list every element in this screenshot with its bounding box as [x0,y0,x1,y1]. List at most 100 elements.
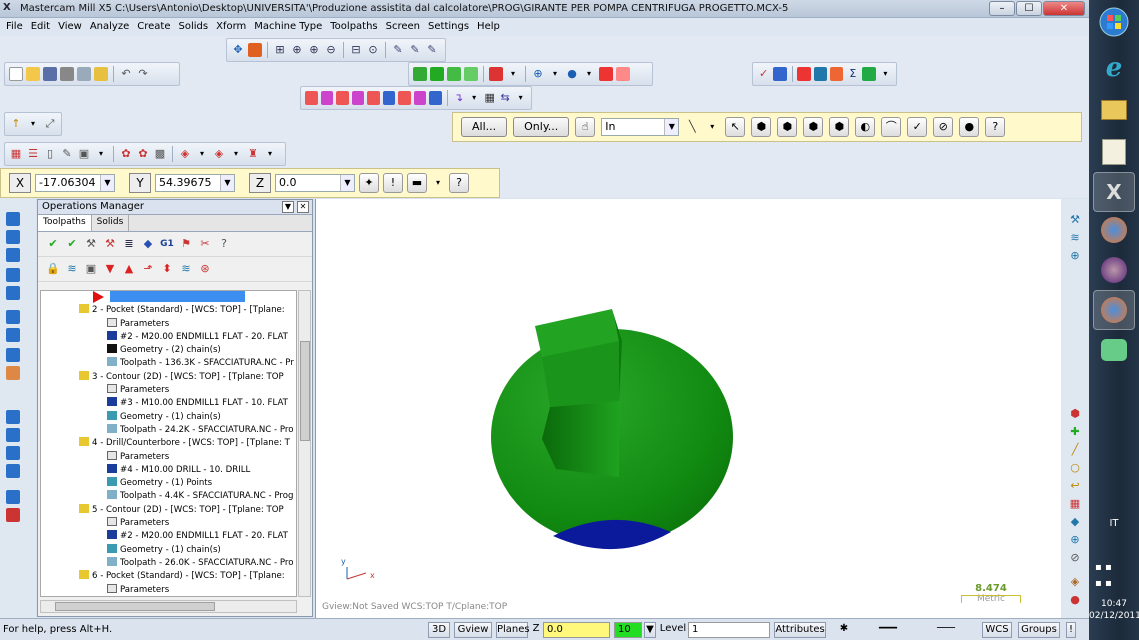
list-icon[interactable]: ☰ [26,147,40,161]
line-style-icon[interactable]: ━━━ [862,622,914,638]
taskbar-media[interactable] [1093,250,1135,290]
dropdown-arrow-icon[interactable]: ▾ [514,91,527,105]
clear-color-icon[interactable] [616,67,630,81]
backplot-icon[interactable]: ✎ [408,43,422,57]
sphere-icon[interactable]: ● [565,67,579,81]
new-file-icon[interactable] [9,67,23,81]
post-icon[interactable]: ♜ [246,147,260,161]
taskbar-mastercam[interactable]: X [1093,172,1135,212]
menu-view[interactable]: View [56,18,88,36]
operation-item[interactable]: 3 - Contour (2D) - [WCS: TOP] - [Tplane:… [41,370,296,384]
menu-screen[interactable]: Screen [384,18,426,36]
operation-subitem[interactable]: #4 - M10.00 DRILL - 10. DRILL [41,463,296,477]
menu-analyze[interactable]: Analyze [88,18,135,36]
operation-subitem[interactable]: Parameters [41,317,296,331]
solid-tool-icon[interactable] [6,286,20,300]
dimension-icon[interactable] [797,67,811,81]
edit-icon[interactable]: ✎ [60,147,74,161]
dropdown-arrow-icon[interactable]: ▾ [548,67,562,81]
tray-icons[interactable]: ▪ ▪ ▪ ▪ [1095,560,1135,594]
gview-button[interactable]: Gview [454,622,492,638]
menu-file[interactable]: File [4,18,29,36]
solid-edge-icon[interactable]: ⬢ [803,117,824,137]
attributes-button[interactable]: Attributes [774,622,826,638]
toolpath-display-icon[interactable]: ⚒ [1068,213,1082,227]
eraser-icon[interactable] [599,67,613,81]
solid-face-icon[interactable]: ⬢ [777,117,798,137]
minimize-button[interactable]: – [989,1,1015,16]
verify-ops-icon[interactable]: ◆ [141,237,155,251]
close-button[interactable]: ✕ [1043,1,1085,16]
dropdown-arrow-icon[interactable]: ▾ [229,147,243,161]
arc-icon[interactable] [336,91,349,105]
rectangle-icon[interactable] [398,91,411,105]
text-icon[interactable] [429,91,442,105]
solid-select-icon[interactable]: ⬢ [751,117,772,137]
analyze-entity-icon[interactable]: ⬢ [1068,407,1082,421]
selection-mode-select[interactable]: In ▼ [601,118,680,136]
select-all-button[interactable]: All... [461,117,508,137]
line-icon[interactable] [320,91,333,105]
select-cursor-icon[interactable]: ☝ [575,117,596,137]
store-icon[interactable]: ▣ [77,147,91,161]
operation-subitem[interactable]: #3 - M10.00 ENDMILL1 FLAT - 10. FLAT [41,397,296,410]
autocursor-icon[interactable]: ▬ [407,173,427,193]
windows-start-button[interactable] [1093,2,1135,42]
y-axis-button[interactable]: Y [129,173,151,193]
planes-button[interactable]: Planes [496,622,530,638]
dot-icon[interactable]: ● [1068,593,1082,607]
arc-tool-icon[interactable]: ↩ [1068,479,1082,493]
operation-item[interactable]: 5 - Contour (2D) - [WCS: TOP] - [Tplane:… [41,503,296,517]
clipboard-icon[interactable] [94,67,108,81]
y-coordinate-field[interactable]: 54.39675 ▼ [155,174,235,192]
layout-tool-icon[interactable] [6,490,20,504]
spline-icon[interactable] [382,91,395,105]
taskbar-firefox-2[interactable] [1093,290,1135,330]
sigma-icon[interactable]: Σ [846,67,859,81]
system-clock[interactable]: 10:47 02/12/2011 [1089,598,1139,622]
unzoom-icon[interactable]: ⊟ [349,43,363,57]
undo-icon[interactable]: ↶ [119,67,133,81]
dropdown-arrow-icon[interactable]: ▾ [879,67,892,81]
dropdown-arrow-icon[interactable]: ▾ [582,67,596,81]
fast-point-icon[interactable]: ✦ [359,173,379,193]
point-options-icon[interactable]: ! [383,173,403,193]
operation-subitem[interactable]: Geometry - (1) chain(s) [41,410,296,424]
dropdown-arrow-icon[interactable]: ▾ [431,176,445,190]
zoom-selected-icon[interactable]: ⊙ [366,43,380,57]
find-icon[interactable]: ⊛ [198,262,212,276]
toolpath2-icon[interactable]: ✿ [136,147,150,161]
stock-icon[interactable]: ▩ [153,147,167,161]
panel-menu-icon[interactable]: ▼ [282,201,294,213]
end-select-icon[interactable]: ● [959,117,980,137]
hidden-line-icon[interactable] [430,67,444,81]
wireframe-icon[interactable] [413,67,427,81]
z-coordinate-field[interactable]: 0.0 ▼ [275,174,355,192]
menu-edit[interactable]: Edit [29,18,56,36]
menu-toolpaths[interactable]: Toolpaths [328,18,383,36]
palette-icon[interactable]: ◈ [1068,575,1082,589]
operation-subitem[interactable]: Toolpath - 136.3K - SFACCIATURA.NC - Pr [41,357,296,370]
fillet-icon[interactable] [351,91,364,105]
repaint-icon[interactable] [248,43,262,57]
dropdown-arrow-icon[interactable]: ▾ [195,147,209,161]
clear-select-icon[interactable]: ⊘ [933,117,954,137]
level-field[interactable]: 1 [688,622,770,638]
open-file-icon[interactable] [26,67,40,81]
offset-icon[interactable]: ⇆ [499,91,512,105]
toggle-post-icon[interactable]: ▣ [84,262,98,276]
arrow-down-tool-icon[interactable] [6,268,20,282]
lathe-icon[interactable]: ◈ [212,147,226,161]
menu-solids[interactable]: Solids [176,18,214,36]
rect-tool-icon[interactable]: ▦ [1068,497,1082,511]
circle-tool-icon[interactable]: ○ [1068,461,1082,475]
regenerate-dirty-icon[interactable]: ⚒ [103,237,117,251]
x-axis-button[interactable]: X [9,173,31,193]
cancel-icon[interactable]: ⊘ [1068,551,1082,565]
tab-solids[interactable]: Solids [92,215,130,231]
color-field[interactable]: 10 [614,622,642,638]
zoom-window-icon[interactable]: ⊕ [290,43,304,57]
operation-item[interactable]: 4 - Drill/Counterbore - [WCS: TOP] - [Tp… [41,437,296,450]
taskbar-notes[interactable] [1093,132,1135,172]
dropdown-arrow-icon[interactable]: ▾ [705,120,719,134]
